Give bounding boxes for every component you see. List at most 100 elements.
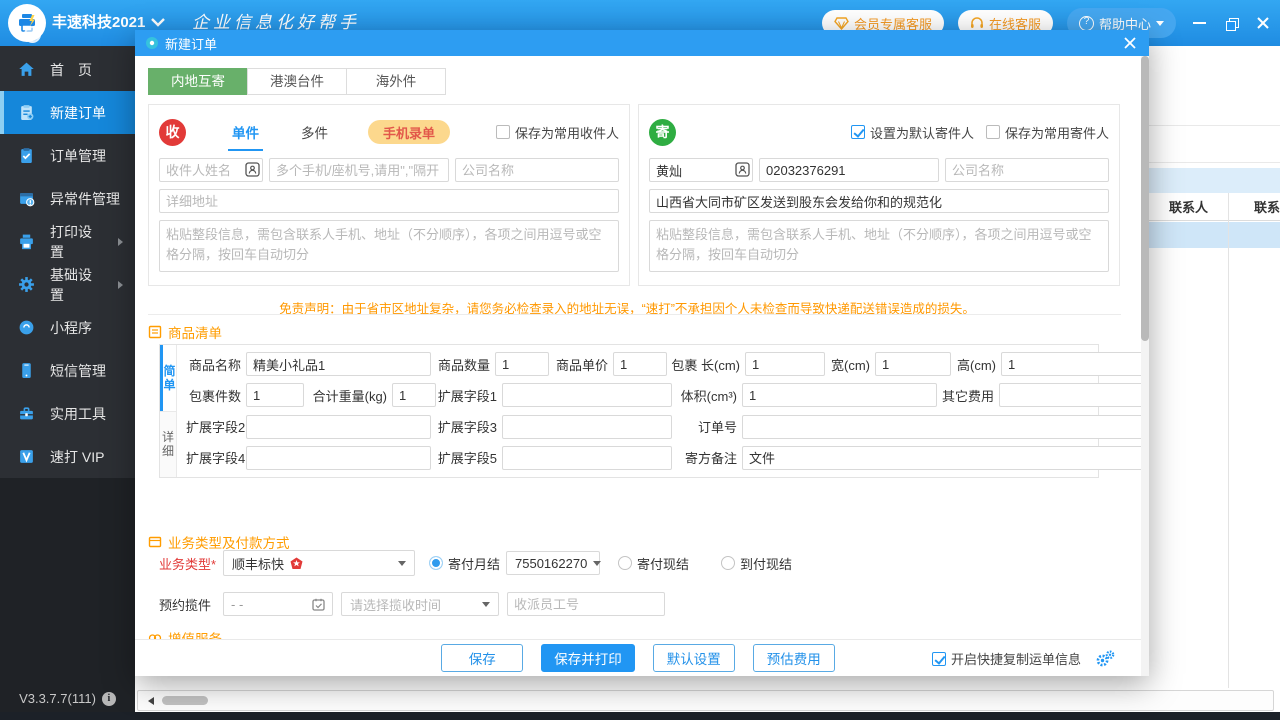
goods-ext2-input[interactable] <box>246 415 431 439</box>
recipient-row-3 <box>159 220 619 272</box>
radio-pay-monthly[interactable]: 寄付月结 <box>429 554 500 573</box>
sidebar-item-order-manage[interactable]: 订单管理 <box>0 134 135 177</box>
goods-order-no-input[interactable] <box>742 415 1149 439</box>
sidebar-item-miniprogram[interactable]: 小程序 <box>0 306 135 349</box>
radio-pay-on-arrival[interactable]: 到付现结 <box>721 554 792 573</box>
caret-down-icon <box>593 561 601 566</box>
sidebar-item-label: 速打 VIP <box>50 447 104 467</box>
field-label: 宽(cm) <box>825 355 875 374</box>
region-tabs: 内地互寄 港澳台件 海外件 <box>148 68 445 95</box>
tab-single-item[interactable]: 单件 <box>232 122 259 142</box>
save-button[interactable]: 保存 <box>441 644 523 672</box>
tab-mainland[interactable]: 内地互寄 <box>148 68 248 95</box>
sender-row-3 <box>649 220 1109 272</box>
goods-tab-label: 简单 <box>163 364 176 392</box>
goods-price-input[interactable] <box>613 352 667 376</box>
pickup-date-value: - - <box>231 597 312 612</box>
scrollbar-thumb[interactable] <box>162 696 208 705</box>
column-header-contact: 联系人 <box>1149 197 1228 216</box>
goods-package-count-input[interactable] <box>246 383 304 407</box>
sidebar-item-home[interactable]: 首 页 <box>0 48 135 91</box>
goods-other-fee-input[interactable] <box>999 383 1149 407</box>
goods-list-icon <box>148 325 162 339</box>
pickup-date-input[interactable]: - - <box>223 592 333 616</box>
sidebar-item-sms-manage[interactable]: 短信管理 <box>0 349 135 392</box>
sidebar-item-label: 异常件管理 <box>50 189 120 209</box>
tab-hmt[interactable]: 港澳台件 <box>247 68 347 95</box>
recipient-company-input[interactable] <box>455 158 619 182</box>
sidebar-item-exception-manage[interactable]: 异常件管理 <box>0 177 135 220</box>
order-manage-icon <box>18 147 35 164</box>
sidebar-item-tools[interactable]: 实用工具 <box>0 392 135 435</box>
background-divider <box>1149 162 1280 163</box>
goods-ext1-input[interactable] <box>502 383 672 407</box>
pickup-time-select[interactable]: 请选择揽收时间 <box>341 592 499 616</box>
sender-company-input[interactable] <box>945 158 1109 182</box>
courier-id-input[interactable] <box>507 592 665 616</box>
contact-book-icon[interactable] <box>735 162 750 177</box>
quick-copy-checkbox[interactable]: 开启快捷复制运单信息 <box>932 649 1081 668</box>
goods-length-input[interactable] <box>745 352 825 376</box>
sender-address-input[interactable] <box>649 189 1109 213</box>
goods-tab-detail[interactable]: 详细 <box>160 411 176 478</box>
minimize-button[interactable] <box>1190 14 1208 32</box>
default-settings-button[interactable]: 默认设置 <box>653 644 735 672</box>
new-order-dialog: 新建订单 内地互寄 港澳台件 海外件 收 单件 多件 <box>135 30 1149 676</box>
sidebar-item-label: 实用工具 <box>50 404 106 424</box>
save-common-sender-checkbox[interactable]: 保存为常用寄件人 <box>986 123 1109 142</box>
radio-icon <box>721 556 735 570</box>
sidebar-item-sudavip[interactable]: 速打 VIP <box>0 435 135 478</box>
recipient-address-input[interactable] <box>159 189 619 213</box>
contact-book-icon[interactable] <box>245 162 260 177</box>
estimate-fee-button[interactable]: 预估费用 <box>753 644 835 672</box>
sidebar-item-print-settings[interactable]: 打印设置 <box>0 220 135 263</box>
dialog-scrollbar-thumb[interactable] <box>1141 56 1149 341</box>
goods-weight-input[interactable] <box>392 383 436 407</box>
save-and-print-button[interactable]: 保存并打印 <box>541 644 635 672</box>
dialog-close-button[interactable] <box>1121 34 1139 52</box>
gears-settings-icon[interactable] <box>1095 650 1115 668</box>
close-window-button[interactable] <box>1254 14 1272 32</box>
goods-volume-input[interactable] <box>742 383 937 407</box>
goods-qty-input[interactable] <box>495 352 549 376</box>
field-label: 合计重量(kg) <box>304 386 392 405</box>
goods-name-input[interactable] <box>246 352 431 376</box>
tab-multi-item[interactable]: 多件 <box>301 122 328 142</box>
recipient-phone-input[interactable] <box>269 158 449 182</box>
business-type-row: 业务类型* 顺丰标快 寄付月结 7550162270 <box>159 550 792 576</box>
goods-height-input[interactable] <box>1001 352 1149 376</box>
dialog-scrollbar[interactable] <box>1141 56 1149 676</box>
scroll-left-icon[interactable] <box>148 697 154 705</box>
horizontal-scrollbar[interactable] <box>137 690 1274 711</box>
goods-sender-remark-input[interactable] <box>742 446 1149 470</box>
info-icon[interactable]: i <box>102 692 116 706</box>
business-type-select[interactable]: 顺丰标快 <box>223 550 415 576</box>
chevron-down-icon[interactable] <box>150 17 166 27</box>
background-window: 联系人 联系电 <box>1149 46 1280 712</box>
sidebar-item-new-order[interactable]: 新建订单 <box>0 91 135 134</box>
goods-ext4-input[interactable] <box>246 446 431 470</box>
recipient-paste-textarea[interactable] <box>159 220 619 272</box>
sidebar-item-basic-settings[interactable]: 基础设置 <box>0 263 135 306</box>
field-label: 扩展字段5 <box>431 448 502 467</box>
table-row-selected[interactable] <box>1149 222 1280 248</box>
set-default-sender-checkbox[interactable]: 设置为默认寄件人 <box>851 123 974 142</box>
tab-overseas[interactable]: 海外件 <box>346 68 446 95</box>
save-common-recipient-checkbox[interactable]: 保存为常用收件人 <box>496 123 619 142</box>
background-divider <box>1149 125 1280 126</box>
sidebar-item-label: 短信管理 <box>50 361 106 381</box>
sidebar-item-label: 基础设置 <box>50 265 103 305</box>
business-section-title: 业务类型及付款方式 <box>168 532 290 552</box>
goods-ext5-input[interactable] <box>502 446 672 470</box>
exception-icon <box>18 190 35 207</box>
restore-button[interactable] <box>1222 14 1240 32</box>
goods-ext3-input[interactable] <box>502 415 672 439</box>
checkbox-icon <box>496 125 510 139</box>
sender-phone-input[interactable] <box>759 158 939 182</box>
sender-paste-textarea[interactable] <box>649 220 1109 272</box>
goods-tab-simple[interactable]: 简单 <box>160 345 176 411</box>
goods-width-input[interactable] <box>875 352 951 376</box>
monthly-account-select[interactable]: 7550162270 <box>506 551 600 575</box>
radio-pay-cash[interactable]: 寄付现结 <box>618 554 689 573</box>
mobile-entry-button[interactable]: 手机录单 <box>368 120 450 144</box>
